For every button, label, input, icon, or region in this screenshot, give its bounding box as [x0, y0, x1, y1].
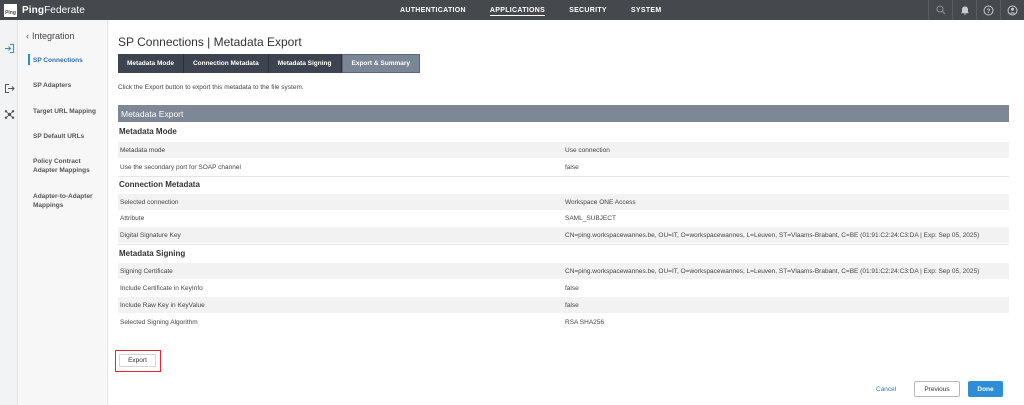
row-label: Selected Signing Algorithm [120, 318, 198, 326]
product-name: PingFederate [22, 5, 85, 16]
row-label: Use the secondary port for SOAP channel [120, 163, 241, 171]
row-label: Digital Signature Key [120, 231, 181, 239]
sign-in-icon[interactable] [3, 42, 15, 54]
done-button[interactable]: Done [968, 381, 1003, 397]
summary-row: Selected Signing Algorithm RSA SHA256 [118, 314, 1009, 330]
row-value: false [565, 284, 579, 292]
row-label: Include Raw Key in KeyValue [120, 301, 205, 309]
bell-icon[interactable] [952, 0, 976, 20]
nav-applications[interactable]: APPLICATIONS [478, 0, 557, 20]
row-label: Metadata mode [120, 146, 166, 154]
tab-metadata-signing[interactable]: Metadata Signing [268, 54, 342, 73]
sign-out-icon[interactable] [3, 82, 15, 94]
top-nav: AUTHENTICATION APPLICATIONS SECURITY SYS… [388, 0, 674, 20]
summary-row: Digital Signature Key CN=ping.workspacew… [118, 227, 1009, 243]
divider [118, 176, 1009, 177]
sidebar-item-target-url-mapping[interactable]: Target URL Mapping [33, 107, 103, 116]
nav-authentication[interactable]: AUTHENTICATION [388, 0, 478, 20]
brand-light: Federate [44, 4, 85, 16]
summary-row: Attribute SAML_SUBJECT [118, 210, 1009, 226]
summary-row: Use the secondary port for SOAP channel … [118, 159, 1009, 175]
sidebar-item-policy-contract-adapter-mappings[interactable]: Policy Contract Adapter Mappings [33, 157, 103, 175]
svg-text:?: ? [987, 8, 991, 15]
ping-logo[interactable]: Ping [4, 3, 17, 17]
row-label: Signing Certificate [120, 267, 173, 275]
search-icon[interactable] [928, 0, 952, 20]
tab-connection-metadata[interactable]: Connection Metadata [183, 54, 269, 73]
sidebar-item-sp-default-urls[interactable]: SP Default URLs [33, 132, 103, 141]
group-title-connection-metadata: Connection Metadata [119, 180, 200, 189]
row-value: Use connection [565, 146, 610, 154]
sidebar-item-adapter-to-adapter-mappings[interactable]: Adapter-to-Adapter Mappings [33, 192, 103, 210]
export-highlight: Export [115, 350, 161, 372]
cancel-link[interactable]: Cancel [876, 386, 896, 393]
divider [118, 244, 1009, 245]
summary-row: Signing Certificate CN=ping.workspacewan… [118, 263, 1009, 279]
row-label: Include Certificate in KeyInfo [120, 284, 203, 292]
help-icon[interactable]: ? [976, 0, 1000, 20]
top-icons: ? [928, 0, 1024, 20]
summary-row: Include Certificate in KeyInfo false [118, 280, 1009, 296]
network-icon[interactable] [3, 108, 15, 120]
summary-row: Selected connection Workspace ONE Access [118, 194, 1009, 210]
summary-row: Metadata mode Use connection [118, 142, 1009, 158]
active-indicator [28, 54, 30, 65]
wizard-tabs: Metadata Mode Connection Metadata Metada… [118, 54, 421, 73]
sidebar-item-sp-connections[interactable]: SP Connections [33, 56, 103, 65]
page-title: SP Connections | Metadata Export [118, 35, 302, 49]
previous-button[interactable]: Previous [914, 381, 960, 397]
tab-export-summary[interactable]: Export & Summary [341, 54, 421, 73]
group-title-metadata-mode: Metadata Mode [119, 127, 177, 136]
group-title-metadata-signing: Metadata Signing [119, 249, 186, 258]
sidebar: ‹ Integration SP Connections SP Adapters… [18, 20, 108, 405]
summary-row: Include Raw Key in KeyValue false [118, 297, 1009, 313]
nav-security[interactable]: SECURITY [557, 0, 619, 20]
row-label: Attribute [120, 214, 145, 222]
row-label: Selected connection [120, 198, 179, 206]
tab-metadata-mode[interactable]: Metadata Mode [118, 54, 184, 73]
nav-system[interactable]: SYSTEM [619, 0, 674, 20]
row-value: CN=ping.workspacewannes.be, OU=IT, O=wor… [565, 267, 980, 275]
top-bar: Ping PingFederate AUTHENTICATION APPLICA… [0, 0, 1024, 20]
main-content: SP Connections | Metadata Export Metadat… [108, 20, 1024, 405]
row-value: CN=ping.workspacewannes.be, OU=IT, O=wor… [565, 231, 980, 239]
brand-bold: Ping [22, 4, 45, 16]
user-icon[interactable] [1000, 0, 1024, 20]
instruction-text: Click the Export button to export this m… [118, 84, 304, 91]
section-header: Metadata Export [118, 105, 1009, 122]
back-to-integration[interactable]: ‹ Integration [26, 31, 75, 41]
row-value: SAML_SUBJECT [565, 214, 616, 222]
export-button[interactable]: Export [119, 354, 156, 367]
left-icon-rail [0, 20, 18, 405]
row-value: false [565, 301, 579, 309]
chevron-left-icon: ‹ [26, 31, 29, 41]
row-value: false [565, 163, 579, 171]
sidebar-back-label: Integration [32, 31, 75, 41]
row-value: Workspace ONE Access [565, 198, 636, 206]
row-value: RSA SHA256 [565, 318, 605, 326]
sidebar-item-sp-adapters[interactable]: SP Adapters [33, 81, 103, 90]
